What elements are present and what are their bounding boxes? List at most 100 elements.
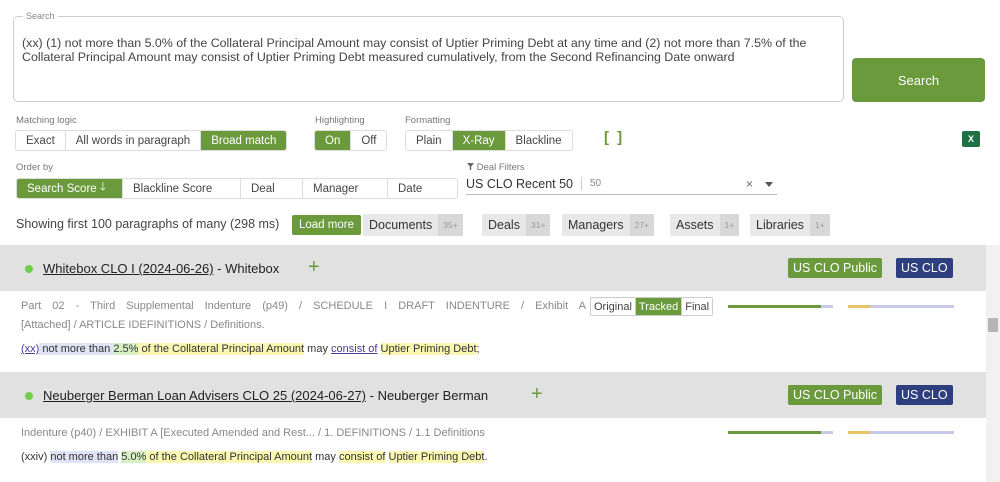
score-bar-remainder	[821, 305, 833, 308]
highlighting-label: Highlighting	[315, 115, 365, 126]
deal-filter-count: 50	[590, 178, 602, 189]
facet-libraries[interactable]: Libraries 1+	[750, 214, 830, 236]
order-deal-option[interactable]: Deal	[241, 179, 303, 198]
facet-documents[interactable]: Documents 35+	[363, 214, 463, 236]
formatting-toggle: Plain X-Ray Blackline	[405, 130, 573, 151]
snippet-segment: of the Collateral Principal Amount	[138, 343, 305, 355]
snippet-segment[interactable]: consist of	[331, 343, 377, 355]
deal-filter-select[interactable]: US CLO Recent 50 50 ×	[466, 173, 777, 195]
score-bar-secondary-remainder	[870, 305, 954, 308]
breadcrumb: Part 02 - Third Supplemental Indenture (…	[21, 300, 586, 312]
status-dot	[25, 265, 33, 273]
formatting-blackline-option[interactable]: Blackline	[506, 131, 572, 150]
facet-deals[interactable]: Deals 31+	[482, 214, 551, 236]
formatting-plain-option[interactable]: Plain	[406, 131, 453, 150]
brackets-toggle[interactable]: [ ]	[604, 129, 624, 146]
deal-filters-label-text: Deal Filters	[476, 162, 525, 173]
snippet-segment: 2.5%	[113, 343, 139, 355]
score-bar-remainder	[821, 431, 833, 434]
order-search-score-option[interactable]: Search Score 🡓	[17, 179, 123, 198]
order-by-toggle: Search Score 🡓 Blackline Score Deal Mana…	[16, 178, 458, 199]
load-more-button[interactable]: Load more	[292, 215, 361, 235]
formatting-xray-option[interactable]: X-Ray	[452, 131, 506, 150]
facet-deals-label: Deals	[488, 218, 520, 232]
scrollbar-thumb[interactable]	[988, 318, 998, 332]
matching-exact-option[interactable]: Exact	[16, 131, 66, 150]
matching-logic-label: Matching logic	[16, 115, 77, 126]
result-header: Neuberger Berman Loan Advisers CLO 25 (2…	[0, 372, 986, 418]
facet-managers-label: Managers	[568, 218, 624, 232]
facet-managers-count: 27+	[629, 214, 655, 236]
excel-icon[interactable]: X	[962, 131, 980, 147]
highlighting-on-option[interactable]: On	[315, 131, 352, 150]
search-button[interactable]: Search	[852, 58, 985, 102]
facet-libraries-label: Libraries	[756, 218, 804, 232]
deal-filters-label: Deal Filters	[467, 162, 525, 173]
deal-link[interactable]: Whitebox CLO I (2024-06-26)	[43, 261, 214, 276]
facet-assets-label: Assets	[676, 218, 714, 232]
score-bar	[728, 305, 821, 308]
add-icon[interactable]: +	[531, 384, 543, 404]
badge-us-clo-public: US CLO Public	[788, 385, 883, 405]
result-header: Whitebox CLO I (2024-06-26) - Whitebox +…	[0, 245, 986, 291]
search-textarea[interactable]: Search (xx) (1) not more than 5.0% of th…	[13, 11, 844, 102]
version-tracked-option[interactable]: Tracked	[635, 298, 683, 315]
badge-us-clo: US CLO	[896, 258, 953, 278]
add-icon[interactable]: +	[308, 257, 320, 277]
snippet-segment: not more than	[50, 451, 119, 463]
breadcrumb: [Attached] / ARTICLE IDEFINITIONS / Defi…	[21, 319, 265, 331]
facet-libraries-count: 1+	[809, 214, 830, 236]
breadcrumb: Indenture (p40) / EXHIBIT A [Executed Am…	[21, 427, 485, 439]
chevron-down-icon[interactable]	[765, 182, 773, 187]
matching-broad-option[interactable]: Broad match	[201, 131, 287, 150]
search-query-text[interactable]: (xx) (1) not more than 5.0% of the Colla…	[22, 36, 835, 64]
score-bar-secondary	[848, 431, 870, 434]
snippet-segment: .	[484, 451, 488, 463]
version-final-option[interactable]: Final	[682, 298, 712, 315]
manager-name: - Neuberger Berman	[366, 388, 489, 403]
snippet-segment: ;	[476, 343, 480, 355]
result-snippet: (xxiv) not more than 5.0% of the Collate…	[21, 451, 488, 463]
snippet-segment[interactable]: (xx)	[21, 343, 39, 355]
snippet-segment: may	[312, 451, 339, 463]
facet-managers[interactable]: Managers 27+	[562, 214, 655, 236]
formatting-label: Formatting	[405, 115, 451, 126]
order-manager-option[interactable]: Manager	[303, 179, 388, 198]
snippet-segment: may	[304, 343, 332, 355]
facet-documents-count: 35+	[438, 214, 463, 236]
snippet-segment: not more than	[39, 343, 114, 355]
deal-filter-divider	[581, 177, 582, 190]
snippet-segment: of the	[146, 451, 180, 463]
arrow-down-icon: 🡓	[99, 181, 106, 193]
deal-link[interactable]: Neuberger Berman Loan Advisers CLO 25 (2…	[43, 388, 366, 403]
score-bar	[728, 431, 821, 434]
version-original-option[interactable]: Original	[591, 298, 636, 315]
deal-filter-value: US CLO Recent 50	[466, 176, 573, 191]
snippet-segment: Uptier Priming Debt	[380, 343, 477, 355]
score-bar-secondary	[848, 305, 870, 308]
results-summary-text: Showing first 100 paragraphs of many (29…	[16, 217, 280, 231]
status-dot	[25, 392, 33, 400]
order-date-option[interactable]: Date	[388, 179, 457, 198]
matching-logic-toggle: Exact All words in paragraph Broad match	[15, 130, 288, 151]
order-search-score-label: Search Score	[27, 182, 97, 195]
highlighting-off-option[interactable]: Off	[351, 131, 386, 150]
snippet-segment: 5.0%	[121, 451, 147, 463]
result-title: Whitebox CLO I (2024-06-26) - Whitebox	[43, 261, 279, 276]
clear-icon[interactable]: ×	[746, 177, 753, 191]
snippet-segment: Uptier Priming Debt	[388, 451, 485, 463]
search-label: Search	[23, 11, 58, 21]
snippet-segment: consist of	[338, 451, 386, 463]
version-toggle: Original Tracked Final	[590, 297, 714, 316]
snippet-segment: (xxiv)	[21, 451, 51, 463]
facet-documents-label: Documents	[369, 218, 433, 232]
filter-icon	[467, 163, 474, 170]
manager-name: - Whitebox	[213, 261, 280, 276]
matching-all-words-option[interactable]: All words in paragraph	[66, 131, 202, 150]
facet-assets[interactable]: Assets 1+	[670, 214, 740, 236]
order-blackline-score-option[interactable]: Blackline Score	[123, 179, 241, 198]
score-bar-secondary-remainder	[870, 431, 954, 434]
result-snippet: (xx) not more than 2.5% of the Collatera…	[21, 343, 480, 355]
scrollbar-track[interactable]	[986, 245, 1000, 482]
facet-deals-count: 31+	[525, 214, 551, 236]
